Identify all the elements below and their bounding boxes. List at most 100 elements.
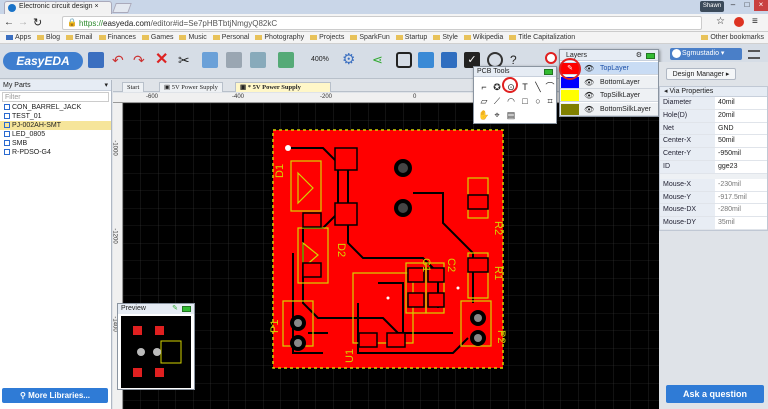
list-item[interactable]: SMB	[0, 139, 111, 148]
list-item[interactable]: R-PDSO-G4	[0, 148, 111, 157]
eye-icon[interactable]: 👁	[584, 103, 594, 116]
arc-tool-icon[interactable]: ⌒	[544, 81, 556, 93]
circle-tool-icon[interactable]: ○	[532, 95, 544, 107]
cut-icon[interactable]: ✂	[178, 52, 194, 68]
bookmark-photography[interactable]: Photography	[255, 32, 304, 44]
rotate-icon[interactable]	[250, 52, 266, 68]
label-c1: C1	[420, 258, 432, 272]
property-row: ID gge23	[660, 160, 767, 174]
minimize-icon[interactable]	[646, 53, 655, 59]
pcb-canvas[interactable]: D1 D2 U1 R2 R1 C1 C2 P1 P2	[123, 103, 659, 409]
properties-header: ◂ Via Properties	[660, 87, 767, 97]
bookmark-finances[interactable]: Finances	[98, 32, 136, 44]
layer-row[interactable]: 👁 BottomSilkLayer	[560, 102, 658, 116]
tab-pcb[interactable]: ▣ * 5V Power Supply	[235, 82, 331, 92]
bookmark-apps[interactable]: Apps	[6, 32, 31, 44]
label-r1: R1	[492, 266, 504, 280]
eye-icon[interactable]: 👁	[584, 62, 594, 75]
bookmark-personal[interactable]: Personal	[212, 32, 249, 44]
filter-input[interactable]: Filter	[2, 92, 109, 102]
layer-color-swatch[interactable]	[561, 90, 579, 101]
bookmark-projects[interactable]: Projects	[310, 32, 344, 44]
profile-badge[interactable]: Shawn	[700, 1, 724, 12]
copy-icon[interactable]	[202, 52, 218, 68]
maximize-icon[interactable]: □	[740, 0, 754, 11]
reload-icon[interactable]: ↻	[33, 16, 42, 29]
camera-icon[interactable]	[396, 52, 412, 68]
track-tool-icon[interactable]: ⌐	[478, 81, 490, 93]
forward-icon[interactable]: →	[18, 17, 28, 28]
measure-tool-icon[interactable]: ⌖	[491, 109, 503, 121]
hamburger-menu-icon[interactable]	[748, 50, 760, 59]
arc2-tool-icon[interactable]: ◠	[505, 95, 517, 107]
list-item[interactable]: LED_0805	[0, 130, 111, 139]
label-d2: D2	[335, 243, 347, 257]
chrome-menu-icon[interactable]: ≡	[752, 16, 758, 27]
part-icon	[4, 131, 10, 138]
list-item[interactable]: TEST_01	[0, 112, 111, 121]
list-item[interactable]: PJ-002AH-SMT	[0, 121, 111, 130]
settings-icon[interactable]: ⚙	[342, 52, 358, 68]
line-tool-icon[interactable]: ╲	[532, 81, 544, 93]
star-icon[interactable]: ☆	[716, 16, 725, 27]
tab-schematic[interactable]: ▣ 5V Power Supply	[159, 82, 223, 92]
browser-tab[interactable]: Electronic circuit design ×	[4, 1, 112, 14]
layer-row[interactable]: 👁 TopSilkLayer	[560, 89, 658, 102]
dimension-tool-icon[interactable]: ⌗	[544, 95, 556, 107]
bookmark-sparkfun[interactable]: SparkFun	[350, 32, 390, 44]
bookmark-music[interactable]: Music	[179, 32, 207, 44]
minimize-icon[interactable]: –	[726, 0, 740, 11]
copper-area-tool-icon[interactable]: ⟋	[491, 95, 503, 107]
bookmark-email[interactable]: Email	[65, 32, 93, 44]
export-icon[interactable]	[418, 52, 434, 68]
collapse-icon[interactable]: ▾	[104, 80, 108, 91]
more-libraries-button[interactable]: ⚲ More Libraries...	[2, 388, 108, 403]
bookmark-style[interactable]: Style	[433, 32, 458, 44]
open-icon[interactable]	[441, 52, 457, 68]
list-item[interactable]: CON_BARREL_JACK	[0, 103, 111, 112]
url-input[interactable]: 🔒 https://easyeda.com/editor#id=Se7pHBTbt…	[62, 16, 702, 30]
redo-icon[interactable]: ↷	[133, 52, 149, 68]
share-icon[interactable]: ⋖	[372, 52, 388, 68]
bookmark-startup[interactable]: Startup	[395, 32, 427, 44]
undo-icon[interactable]: ↶	[112, 52, 128, 68]
bookmark-title-capitalization[interactable]: Title Capitalization	[509, 32, 575, 44]
bookmark-wikipedia[interactable]: Wikipedia	[463, 32, 503, 44]
design-manager-button[interactable]: Design Manager ▸	[666, 68, 736, 80]
document-icon[interactable]	[88, 52, 104, 68]
align-icon[interactable]	[278, 52, 294, 68]
back-icon[interactable]: ←	[4, 17, 14, 28]
eye-icon[interactable]: 👁	[584, 76, 594, 89]
label-u1: U1	[344, 349, 356, 363]
part-icon	[4, 140, 10, 147]
paste-icon[interactable]	[226, 52, 242, 68]
label-p1: P1	[269, 320, 281, 333]
minimize-icon[interactable]	[544, 69, 553, 75]
text-tool-icon[interactable]: T	[519, 81, 531, 93]
layers-toggle-icon[interactable]	[545, 52, 557, 64]
hole-tool-icon[interactable]: ▱	[478, 95, 490, 107]
layer-color-swatch[interactable]	[561, 103, 579, 115]
image-tool-icon[interactable]: ▤	[505, 109, 517, 121]
bookmark-games[interactable]: Games	[141, 32, 173, 44]
label-r2: R2	[492, 221, 504, 235]
preview-canvas[interactable]	[121, 316, 191, 388]
minimize-icon[interactable]	[182, 306, 191, 312]
ruler-label: -1200	[111, 228, 118, 244]
bookmark-blog[interactable]: Blog	[36, 32, 60, 44]
delete-icon[interactable]: ✕	[155, 52, 171, 68]
preview-panel: Preview ✎	[117, 303, 195, 390]
other-bookmarks[interactable]: Other bookmarks	[701, 32, 764, 44]
ask-question-button[interactable]: Ask a question	[666, 385, 764, 403]
eye-icon[interactable]: 👁	[584, 89, 594, 102]
zoom-level[interactable]: 400%	[311, 56, 329, 63]
rect-tool-icon[interactable]: □	[519, 95, 531, 107]
pinterest-icon[interactable]	[734, 17, 744, 27]
tab-start[interactable]: Start	[122, 82, 145, 92]
pan-tool-icon[interactable]: ✋	[478, 109, 490, 121]
close-icon[interactable]: ×	[754, 0, 768, 11]
folder-icon	[255, 34, 263, 40]
gear-icon[interactable]: ⚙	[636, 50, 642, 61]
folder-icon	[463, 34, 471, 40]
edit-icon[interactable]: ✎	[172, 304, 178, 314]
